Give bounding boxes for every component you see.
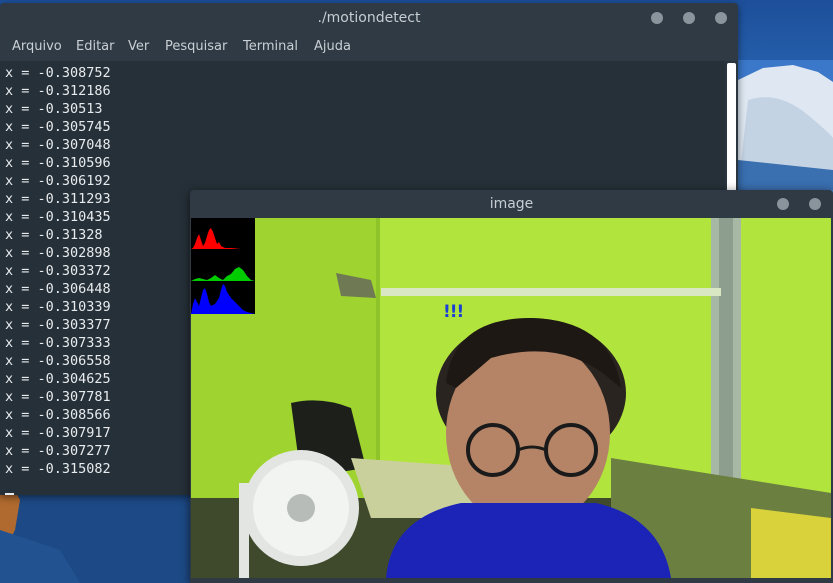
camera-scene [191, 218, 831, 578]
output-line: x = -0.308566 [5, 407, 111, 423]
maximize-button[interactable] [683, 12, 695, 24]
motion-marker: !!! [443, 302, 464, 322]
minimize-button[interactable] [651, 12, 663, 24]
close-button[interactable] [715, 12, 727, 24]
output-line: x = -0.307333 [5, 335, 111, 351]
menu-arquivo[interactable]: Arquivo [12, 33, 62, 61]
output-line: x = -0.307048 [5, 137, 111, 153]
output-line: x = -0.308752 [5, 65, 111, 81]
output-line: x = -0.30513 [5, 101, 103, 117]
output-line: x = -0.307781 [5, 389, 111, 405]
wallpaper-mountain [738, 60, 833, 190]
image-close-button[interactable] [809, 198, 821, 210]
output-line: x = -0.303372 [5, 263, 111, 279]
color-histogram [191, 218, 255, 314]
text-cursor [5, 493, 14, 495]
output-line: x = -0.303377 [5, 317, 111, 333]
menu-editar[interactable]: Editar [76, 33, 115, 61]
menu-pesquisar[interactable]: Pesquisar [165, 33, 227, 61]
output-line: x = -0.305745 [5, 119, 111, 135]
menu-ajuda[interactable]: Ajuda [314, 33, 351, 61]
terminal-menubar: Arquivo Editar Ver Pesquisar Terminal Aj… [0, 33, 738, 61]
image-minimize-button[interactable] [777, 198, 789, 210]
camera-frame[interactable]: !!! [191, 218, 831, 578]
output-line: x = -0.315082 [5, 461, 111, 477]
output-line: x = -0.304625 [5, 371, 111, 387]
terminal-title: ./motiondetect [317, 10, 421, 26]
output-line: x = -0.31328 [5, 227, 103, 243]
image-window[interactable]: image !!! [190, 190, 833, 583]
output-line: x = -0.310339 [5, 299, 111, 315]
output-line: x = -0.306558 [5, 353, 111, 369]
output-line: x = -0.307917 [5, 425, 111, 441]
output-line: x = -0.306192 [5, 173, 111, 189]
output-line: x = -0.302898 [5, 245, 111, 261]
output-line: x = -0.306448 [5, 281, 111, 297]
output-line: x = -0.310435 [5, 209, 111, 225]
output-line: x = -0.310596 [5, 155, 111, 171]
menu-ver[interactable]: Ver [128, 33, 149, 61]
output-line: x = -0.311293 [5, 191, 111, 207]
image-title: image [489, 196, 534, 212]
menu-terminal[interactable]: Terminal [243, 33, 298, 61]
output-line: x = -0.312186 [5, 83, 111, 99]
output-line: x = -0.307277 [5, 443, 111, 459]
